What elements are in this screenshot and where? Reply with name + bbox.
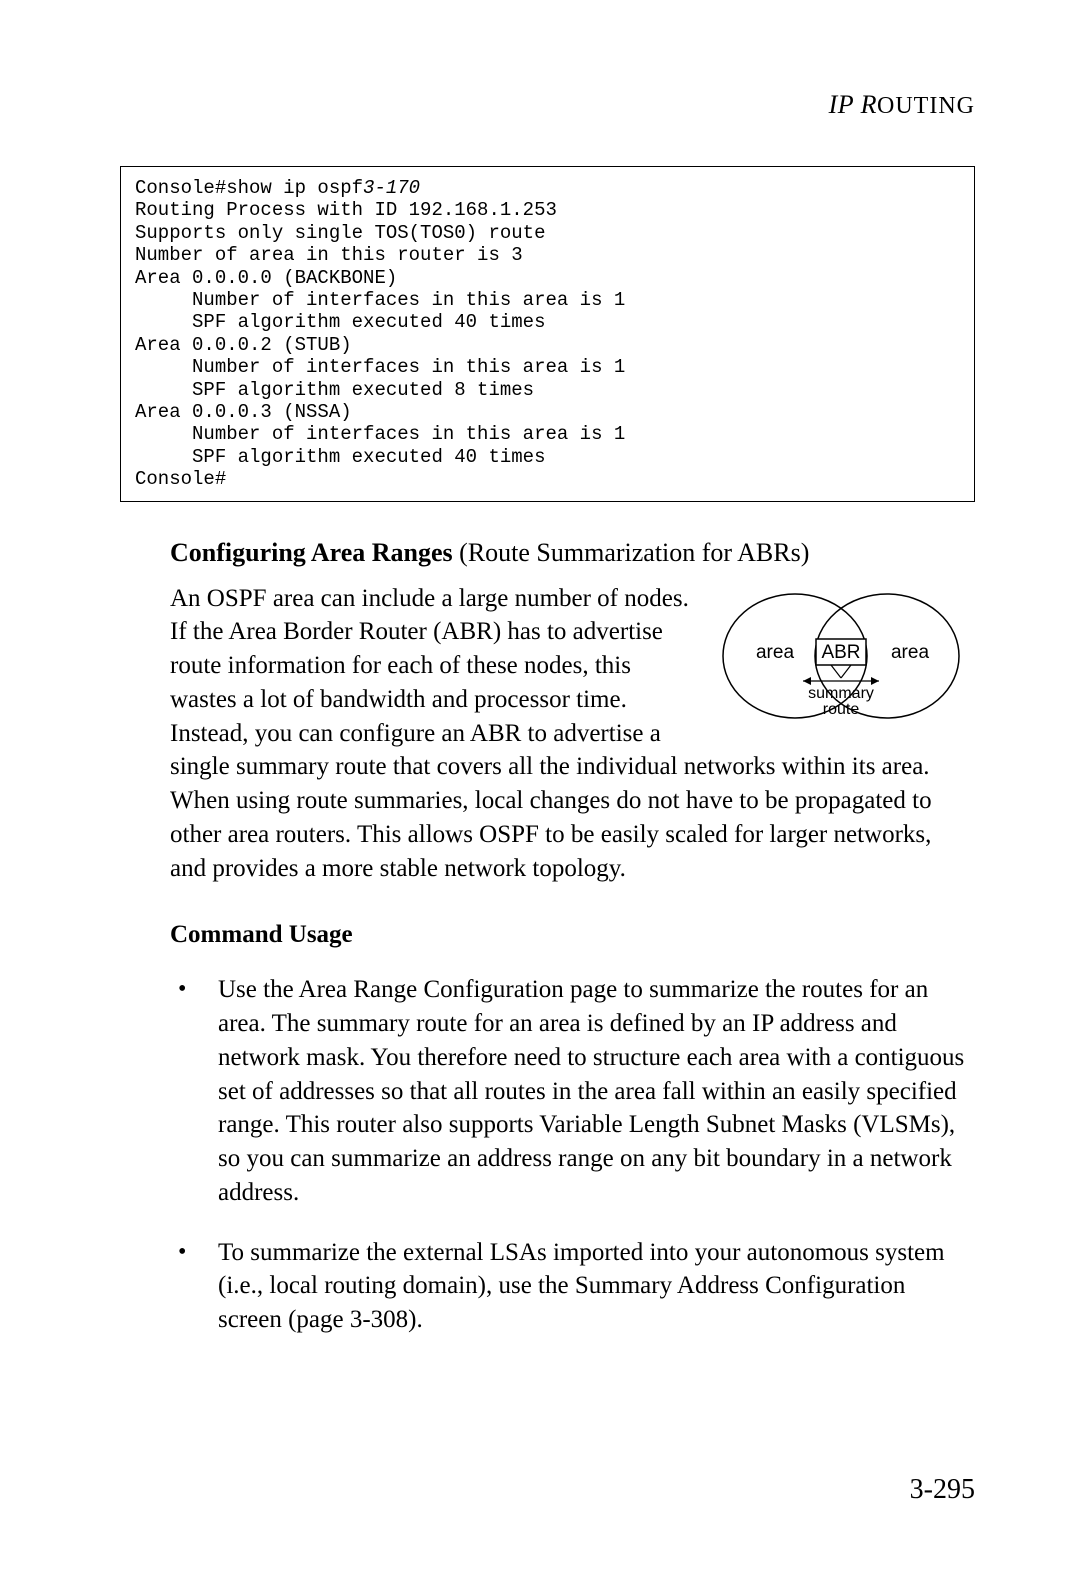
console-output-box: Console#show ip ospf3-170 Routing Proces… <box>120 166 975 502</box>
diagram-svg: ABR area area summary route <box>715 586 965 736</box>
content-area: Configuring Area Ranges (Route Summariza… <box>120 538 975 1337</box>
section-title-bold: Configuring Area Ranges <box>170 538 453 567</box>
console-line-italic: 3-170 <box>363 177 420 199</box>
abr-diagram: ABR area area summary route <box>715 586 965 736</box>
route-label: route <box>823 701 860 718</box>
console-line: Number of area in this router is 3 <box>135 244 523 266</box>
console-line: Supports only single TOS(TOS0) route <box>135 222 545 244</box>
console-line: SPF algorithm executed 8 times <box>135 379 534 401</box>
console-line: Console#show ip ospf <box>135 177 363 199</box>
command-usage-list: Use the Area Range Configuration page to… <box>170 973 965 1337</box>
abr-label: ABR <box>821 642 860 663</box>
header-ip: IP R <box>829 90 877 119</box>
console-line: Number of interfaces in this area is 1 <box>135 289 625 311</box>
section-heading: Configuring Area Ranges (Route Summariza… <box>170 538 965 568</box>
console-line: SPF algorithm executed 40 times <box>135 311 545 333</box>
list-item: To summarize the external LSAs imported … <box>170 1236 965 1337</box>
area-right-label: area <box>891 642 929 663</box>
console-line: Routing Process with ID 192.168.1.253 <box>135 199 557 221</box>
area-left-label: area <box>756 642 794 663</box>
console-line: SPF algorithm executed 40 times <box>135 446 545 468</box>
summary-label: summary <box>808 685 874 702</box>
console-line: Number of interfaces in this area is 1 <box>135 356 625 378</box>
list-item: Use the Area Range Configuration page to… <box>170 973 965 1209</box>
command-usage-heading: Command Usage <box>170 921 965 949</box>
page-number: 3-295 <box>910 1474 975 1506</box>
console-line: Area 0.0.0.0 (BACKBONE) <box>135 267 397 289</box>
header-routing: OUTING <box>877 93 975 119</box>
page-header: IP ROUTING <box>120 90 975 120</box>
console-line: Console# <box>135 468 226 490</box>
console-line: Area 0.0.0.3 (NSSA) <box>135 401 352 423</box>
console-line: Number of interfaces in this area is 1 <box>135 423 625 445</box>
section-title-rest: (Route Summarization for ABRs) <box>453 538 810 567</box>
console-line: Area 0.0.0.2 (STUB) <box>135 334 352 356</box>
